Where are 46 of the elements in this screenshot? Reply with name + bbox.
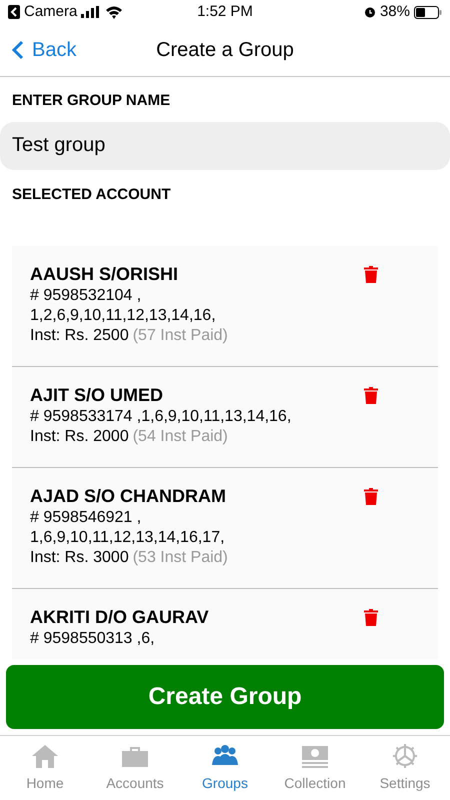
status-time: 1:52 PM xyxy=(196,2,254,22)
house-icon xyxy=(30,742,60,768)
installment-amount: Inst: Rs. 2000 xyxy=(30,427,129,447)
back-button[interactable]: Back xyxy=(0,35,76,65)
delete-button[interactable] xyxy=(364,488,378,505)
delete-button[interactable] xyxy=(364,266,378,283)
screen-title: Create a Group xyxy=(156,38,294,63)
tab-bar-item[interactable]: Collection xyxy=(270,742,360,794)
account-name: AKRITI D/O GAURAV xyxy=(30,606,210,629)
group-name-label: ENTER GROUP NAME xyxy=(11,91,172,111)
trash-icon xyxy=(364,609,378,626)
alarm-icon xyxy=(364,6,376,18)
account-number: 1,6,9,10,11,12,13,14,16,17, xyxy=(30,528,226,548)
installments-paid: (57 Inst Paid) xyxy=(132,326,228,346)
tab-bar-item[interactable]: Accounts xyxy=(90,742,180,794)
battery-percent: 38% xyxy=(380,2,410,22)
installments-paid: (53 Inst Paid) xyxy=(132,548,228,568)
create-group-button[interactable]: Create Group xyxy=(6,665,444,729)
tab-bar-item[interactable]: Settings xyxy=(360,742,450,794)
account-number: # 9598532104 , xyxy=(30,286,142,306)
account-number: # 9598533174 ,1,6,9,10,11,13,14,16, xyxy=(30,407,292,427)
installments-paid: (54 Inst Paid) xyxy=(132,427,228,447)
wifi-icon xyxy=(105,6,124,18)
trash-icon xyxy=(364,387,378,404)
account-number: 1,2,6,9,10,11,12,13,14,16, xyxy=(30,306,217,326)
account-number: # 9598546921 , xyxy=(30,508,142,528)
installment-amount: Inst: Rs. 2500 xyxy=(30,326,129,346)
account-name: AJIT S/O UMED xyxy=(30,384,164,407)
installment-amount: Inst: Rs. 3000 xyxy=(30,548,129,568)
selected-account-label: SELECTED ACCOUNT xyxy=(11,184,172,204)
account-number: # 9598550313 ,6, xyxy=(30,629,156,649)
gear-icon xyxy=(390,742,420,768)
battery-icon xyxy=(414,6,442,18)
delete-button[interactable] xyxy=(364,609,378,626)
group-name-field[interactable]: Test group xyxy=(0,122,450,170)
account-name: AJAD S/O CHANDRAM xyxy=(30,485,228,508)
trash-icon xyxy=(364,488,378,505)
delete-button[interactable] xyxy=(364,387,378,404)
signal-icon xyxy=(81,6,102,18)
trash-icon xyxy=(364,266,378,283)
back-app-icon[interactable] xyxy=(8,5,20,19)
tab-bar-item[interactable]: Groups xyxy=(180,742,270,794)
chevron-left-icon xyxy=(12,40,24,60)
back-app-label[interactable]: Camera xyxy=(24,0,78,24)
account-name: AAUSH S/ORISHI xyxy=(30,263,180,286)
tab-bar-item[interactable]: Home xyxy=(0,742,90,794)
